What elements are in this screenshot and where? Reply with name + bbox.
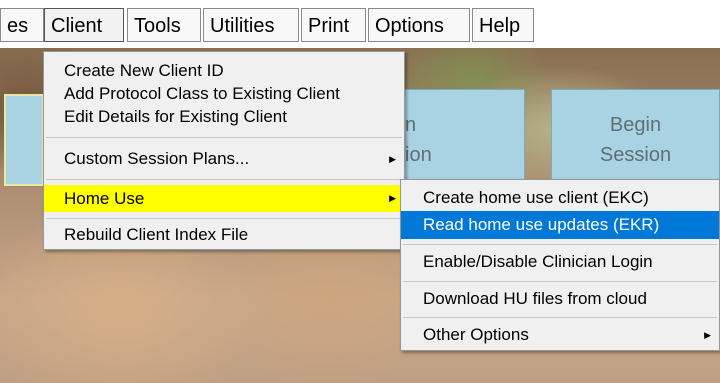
begin-session-button[interactable]: Begin Session	[551, 89, 720, 185]
menu-separator	[46, 179, 402, 180]
tile-label-line2: ion	[405, 144, 432, 166]
menu-client[interactable]: Client	[44, 8, 124, 42]
menu-separator	[46, 218, 402, 219]
menu-item-custom-session-plans[interactable]: Custom Session Plans... ▶	[44, 146, 404, 172]
begin-session-line1: Begin	[609, 114, 662, 136]
menu-item-label: Home Use	[64, 189, 145, 208]
menu-item-label: Other Options	[423, 325, 529, 344]
menu-print[interactable]: Print	[301, 8, 366, 42]
triangle-right-icon: ▶	[389, 154, 396, 164]
begin-session-line2: Session	[599, 144, 672, 166]
menu-separator	[403, 281, 717, 282]
tile-label-line1: n	[405, 114, 417, 136]
menu-separator	[403, 317, 717, 318]
menu-item-download-hu-files[interactable]: Download HU files from cloud	[401, 285, 719, 313]
menu-separator	[46, 137, 402, 138]
menu-item-label: Custom Session Plans...	[64, 149, 250, 168]
client-menu: Create New Client ID Add Protocol Class …	[43, 51, 405, 250]
menu-item-read-home-use-updates[interactable]: Read home use updates (EKR)	[401, 211, 719, 239]
menu-item-home-use[interactable]: Home Use ▶	[44, 185, 404, 212]
menu-files-partial[interactable]: es	[0, 8, 44, 42]
menu-tools[interactable]: Tools	[127, 8, 201, 42]
menu-options[interactable]: Options	[368, 8, 470, 42]
triangle-right-icon: ▶	[389, 193, 396, 203]
menu-item-create-home-use-client[interactable]: Create home use client (EKC)	[401, 184, 719, 212]
menu-utilities[interactable]: Utilities	[203, 8, 299, 42]
session-tile-partial-left[interactable]	[4, 94, 44, 186]
triangle-right-icon: ▶	[704, 330, 711, 340]
menu-item-other-options[interactable]: Other Options ▶	[401, 321, 719, 349]
menu-item-edit-client-details[interactable]: Edit Details for Existing Client	[44, 106, 404, 127]
menu-item-enable-disable-clinician-login[interactable]: Enable/Disable Clinician Login	[401, 248, 719, 276]
home-use-submenu: Create home use client (EKC) Read home u…	[400, 179, 720, 351]
menu-item-create-new-client-id[interactable]: Create New Client ID	[44, 60, 404, 81]
menu-item-rebuild-client-index[interactable]: Rebuild Client Index File	[44, 223, 404, 247]
menu-item-add-protocol-class[interactable]: Add Protocol Class to Existing Client	[44, 83, 404, 104]
menu-separator	[403, 244, 717, 245]
menu-bar: es Client Tools Utilities Print Options …	[0, 0, 720, 48]
menu-help[interactable]: Help	[472, 8, 534, 42]
